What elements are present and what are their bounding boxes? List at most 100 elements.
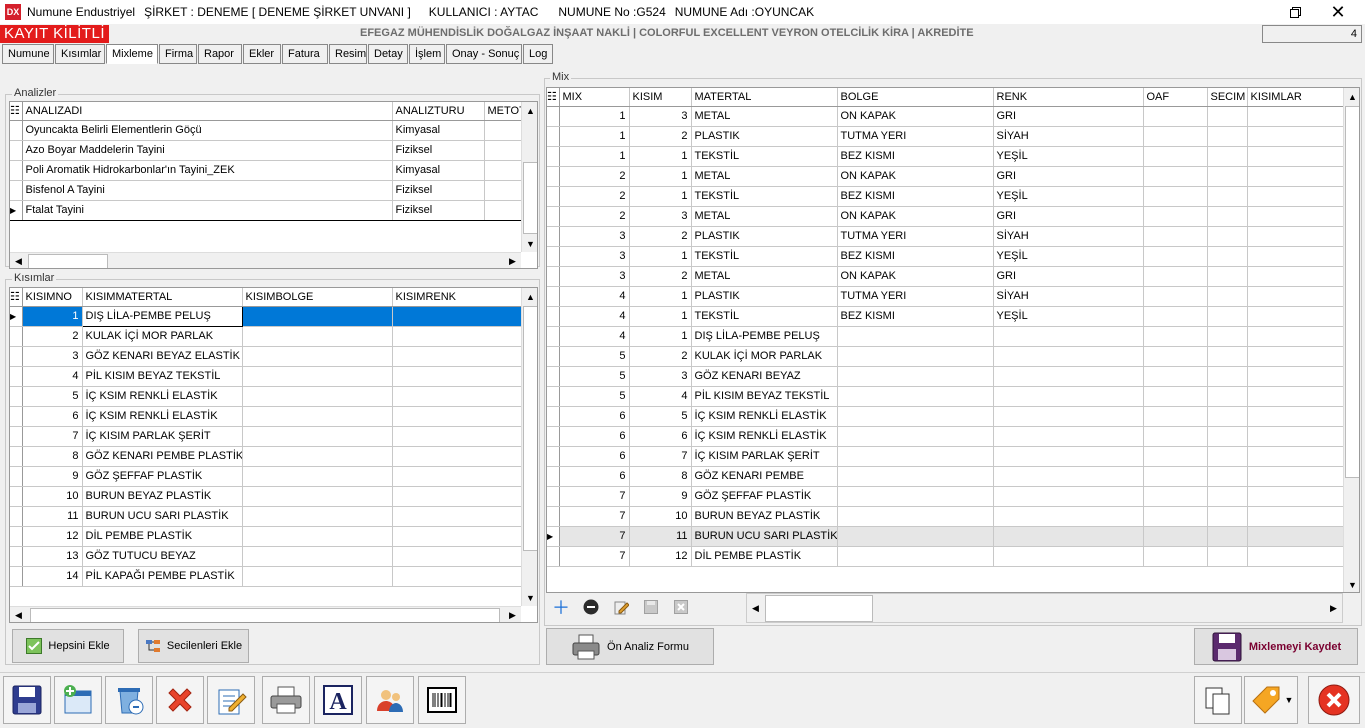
table-row[interactable]: 3 GÖZ KENARI BEYAZ ELASTİK [10,346,523,367]
table-cell[interactable]: 2 [559,186,630,207]
table-cell[interactable] [993,446,1144,467]
table-cell[interactable]: GÖZ ŞEFFAF PLASTİK [82,466,243,487]
table-cell[interactable]: BEZ KISMI [837,246,994,267]
table-cell[interactable]: 1 [22,306,83,327]
row-indicator[interactable] [547,546,560,567]
table-cell[interactable] [1143,466,1208,487]
table-cell[interactable] [1247,326,1345,347]
table-cell[interactable] [1207,106,1248,127]
table-cell[interactable]: 3 [629,106,692,127]
table-cell[interactable] [242,326,393,347]
kisimlar-hscroll[interactable]: ◀ ▶ [10,606,521,622]
table-cell[interactable]: TUTMA YERI [837,286,994,307]
table-cell[interactable]: YEŞİL [993,146,1144,167]
table-row[interactable]: Azo Boyar Maddelerin Tayini Fiziksel [10,140,523,161]
table-cell[interactable]: Kimyasal [392,120,485,141]
save-record-button[interactable] [640,596,662,618]
table-cell[interactable] [1207,346,1248,367]
table-row[interactable]: 10 BURUN BEYAZ PLASTİK [10,486,523,507]
row-indicator[interactable] [547,146,560,167]
column-header[interactable]: METOT [484,102,523,121]
table-cell[interactable] [993,486,1144,507]
tab-detay[interactable]: Detay [368,44,408,64]
table-cell[interactable] [1247,186,1345,207]
table-cell[interactable]: İÇ KSIM RENKLİ ELASTİK [82,406,243,427]
table-cell[interactable]: TUTMA YERI [837,126,994,147]
table-cell[interactable] [1247,166,1345,187]
table-cell[interactable]: YEŞİL [993,186,1144,207]
table-cell[interactable] [1207,386,1248,407]
table-row[interactable]: 4 1 PLASTIK TUTMA YERI SİYAH [547,286,1345,307]
table-cell[interactable]: 5 [559,366,630,387]
table-cell[interactable]: METAL [691,106,838,127]
table-row[interactable]: 5 3 GÖZ KENARI BEYAZ [547,366,1345,387]
table-cell[interactable] [1247,526,1345,547]
table-cell[interactable]: PİL KISIM BEYAZ TEKSTİL [82,366,243,387]
table-cell[interactable]: BEZ KISMI [837,186,994,207]
table-row[interactable]: 7 10 BURUN BEYAZ PLASTİK [547,506,1345,527]
table-cell[interactable]: TEKSTİL [691,186,838,207]
table-cell[interactable] [1247,146,1345,167]
row-indicator[interactable] [10,446,23,467]
table-cell[interactable]: Fiziksel [392,199,485,221]
table-cell[interactable]: ON KAPAK [837,106,994,127]
table-row[interactable]: 2 1 TEKSTİL BEZ KISMI YEŞİL [547,186,1345,207]
table-cell[interactable]: 1 [629,186,692,207]
table-row[interactable]: 2 3 METAL ON KAPAK GRI [547,206,1345,227]
table-cell[interactable]: 1 [629,246,692,267]
tab-onay-sonuç[interactable]: Onay - Sonuç [446,44,522,64]
table-cell[interactable]: BURUN BEYAZ PLASTİK [82,486,243,507]
table-cell[interactable]: 13 [22,546,83,567]
row-indicator[interactable] [10,526,23,547]
table-cell[interactable]: ON KAPAK [837,166,994,187]
table-cell[interactable]: 7 [559,546,630,567]
table-cell[interactable] [1247,126,1345,147]
table-cell[interactable] [1143,186,1208,207]
table-cell[interactable]: BEZ KISMI [837,146,994,167]
table-row[interactable]: 1 3 METAL ON KAPAK GRI [547,106,1345,127]
table-cell[interactable] [1143,546,1208,567]
table-cell[interactable]: 11 [22,506,83,527]
table-cell[interactable]: 1 [629,326,692,347]
analizler-hscroll[interactable]: ◀ ▶ [10,252,521,268]
tab-ekler[interactable]: Ekler [243,44,281,64]
table-cell[interactable] [242,566,393,587]
row-indicator[interactable] [547,106,560,127]
table-cell[interactable] [242,306,393,327]
table-cell[interactable] [1143,106,1208,127]
scroll-down-icon[interactable]: ▼ [522,235,537,252]
table-cell[interactable] [1247,286,1345,307]
table-cell[interactable] [1143,506,1208,527]
table-row[interactable]: 2 KULAK İÇİ MOR PARLAK [10,326,523,347]
add-all-button[interactable]: Hepsini Ekle [12,629,124,663]
table-cell[interactable] [242,526,393,547]
table-cell[interactable] [484,199,523,221]
table-cell[interactable]: Fiziksel [392,180,485,201]
table-cell[interactable] [484,120,523,141]
table-cell[interactable]: 6 [22,406,83,427]
table-cell[interactable]: 5 [559,386,630,407]
table-cell[interactable] [392,366,523,387]
tab-log[interactable]: Log [523,44,553,64]
table-row[interactable]: Oyuncakta Belirli Elementlerin Göçü Kimya… [10,120,523,141]
table-cell[interactable]: 2 [629,126,692,147]
table-row[interactable]: 9 GÖZ ŞEFFAF PLASTİK [10,466,523,487]
table-cell[interactable]: GRI [993,166,1144,187]
row-indicator[interactable] [547,286,560,307]
table-cell[interactable] [242,386,393,407]
table-cell[interactable] [1143,206,1208,227]
table-cell[interactable] [1143,286,1208,307]
table-cell[interactable]: BURUN BEYAZ PLASTİK [691,506,838,527]
table-cell[interactable] [392,546,523,567]
table-cell[interactable] [392,566,523,587]
table-cell[interactable] [1247,226,1345,247]
scroll-up-icon[interactable]: ▲ [1344,88,1359,105]
analizler-vscroll[interactable]: ▲ ▼ [521,102,537,252]
table-cell[interactable] [392,326,523,347]
table-row[interactable]: 8 GÖZ KENARI PEMBE PLASTİK [10,446,523,467]
tag-dropdown-button[interactable]: ▼ [1244,676,1298,724]
table-cell[interactable]: DİL PEMBE PLASTİK [82,526,243,547]
table-row[interactable]: 3 2 METAL ON KAPAK GRI [547,266,1345,287]
mix-hscroll[interactable]: ◀ ▶ [746,593,1343,623]
table-cell[interactable]: Ftalat Tayini [22,199,393,221]
